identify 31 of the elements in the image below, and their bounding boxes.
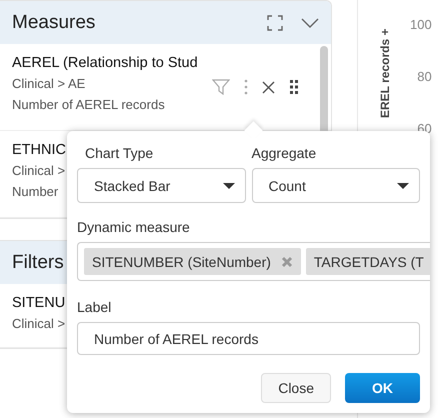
field-label: Chart Type <box>84 144 154 163</box>
chevron-down-icon[interactable] <box>301 16 319 28</box>
caret-icon <box>222 182 234 188</box>
drag-handle-icon[interactable] <box>289 79 299 95</box>
axis-tick-label: 100 <box>410 16 432 34</box>
measure-name: AEREL (Relationship to Stud <box>12 54 198 73</box>
axis-title: EREL records + <box>378 28 392 118</box>
tag-input-field[interactable]: SITENUMBER (SiteNumber) TARGETDAYS (T <box>77 242 430 282</box>
field-label: Aggregate <box>252 144 318 163</box>
tag-chip[interactable]: TARGETDAYS (T <box>306 248 430 276</box>
close-button[interactable]: Close <box>261 373 331 403</box>
panel-title: Measures <box>12 12 96 34</box>
measure-path: Clinical > AE <box>12 75 86 93</box>
axis-tick-label: 80 <box>417 68 432 86</box>
measure-description: Number <box>12 183 58 201</box>
field-label: Dynamic measure <box>77 218 191 237</box>
aggregate-dropdown[interactable]: Count <box>252 168 420 203</box>
measure-description: Number of AEREL records <box>12 96 165 114</box>
label-input-field[interactable]: Number of AEREL records <box>77 322 420 355</box>
ok-button[interactable]: OK <box>345 373 420 403</box>
tag-chip[interactable]: SITENUMBER (SiteNumber) <box>84 248 301 276</box>
caret-icon <box>397 182 409 188</box>
measure-path: Clinical > <box>12 162 66 180</box>
panel-title: Filters <box>12 252 64 274</box>
close-icon[interactable] <box>262 80 275 94</box>
field-label: Label <box>77 298 112 318</box>
chart-type-dropdown[interactable]: Stacked Bar <box>77 168 246 203</box>
filter-name: SITENU <box>12 294 66 313</box>
filter-path: Clinical > <box>12 315 66 333</box>
measure-name: ETHNIC <box>12 141 66 160</box>
expand-icon[interactable] <box>267 14 283 30</box>
